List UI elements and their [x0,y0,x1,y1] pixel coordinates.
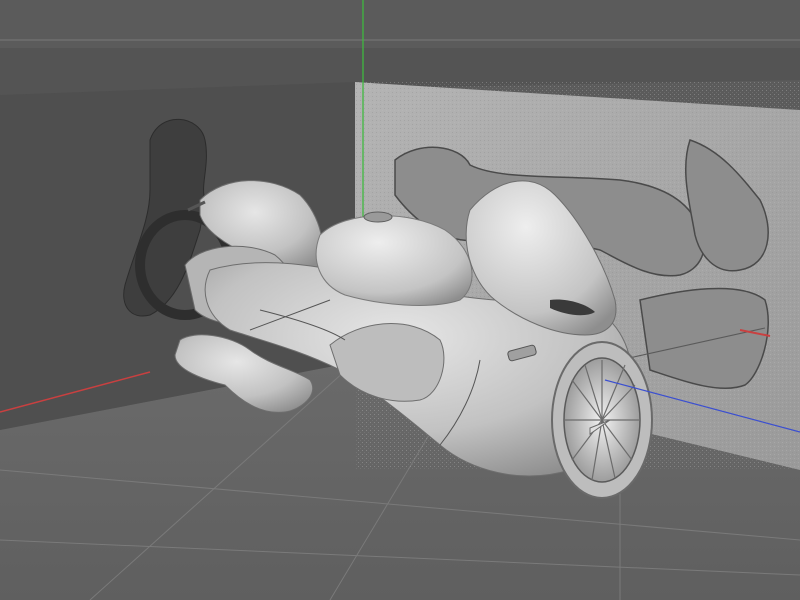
viewport-canvas[interactable] [0,0,800,600]
fuel-cap[interactable] [363,211,393,223]
3d-viewport[interactable] [0,0,800,600]
jet-turbine[interactable] [551,341,653,499]
